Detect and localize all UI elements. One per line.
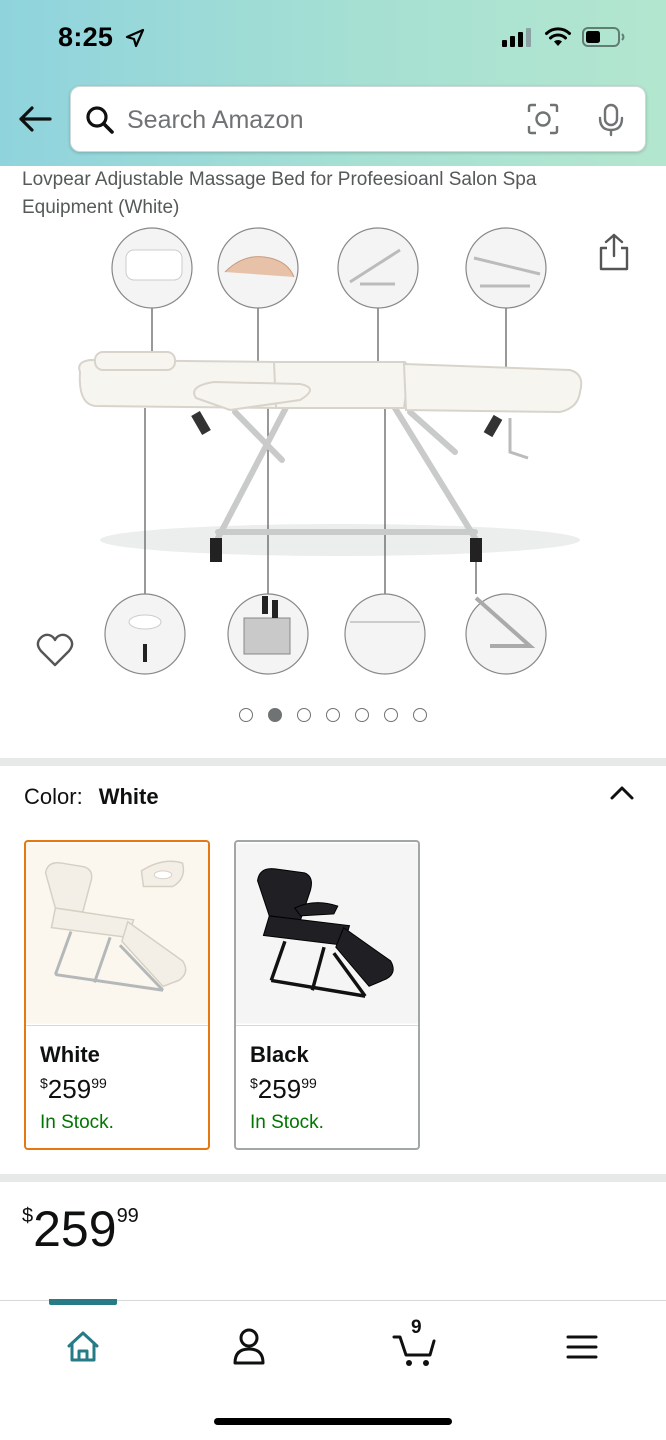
price-whole: 259	[47, 1074, 92, 1104]
image-pager[interactable]	[0, 708, 666, 722]
pager-dot[interactable]	[355, 708, 369, 722]
battery-icon	[582, 27, 625, 47]
active-tab-indicator	[49, 1299, 117, 1305]
color-option-black[interactable]: Black $25999 In Stock.	[234, 840, 420, 1150]
microphone-icon[interactable]	[597, 103, 625, 137]
price-symbol: $	[40, 1075, 48, 1091]
stock-status: In Stock.	[250, 1112, 324, 1133]
wifi-icon	[545, 27, 571, 46]
price-whole: 259	[257, 1074, 302, 1104]
pager-dot[interactable]	[413, 708, 427, 722]
search-input[interactable]	[127, 101, 507, 139]
price-symbol: $	[250, 1075, 258, 1091]
price-whole: 259	[33, 1201, 117, 1257]
menu-icon[interactable]	[557, 1325, 607, 1369]
price-fraction: 99	[301, 1075, 317, 1091]
product-title[interactable]: Lovpear Adjustable Massage Bed for Profe…	[22, 166, 622, 222]
chevron-up-icon[interactable]	[608, 782, 636, 802]
color-option-name: Black	[250, 1042, 309, 1067]
back-arrow-icon[interactable]	[16, 100, 54, 138]
heart-icon[interactable]	[36, 632, 74, 668]
pager-dot[interactable]	[239, 708, 253, 722]
color-option-price: $25999	[250, 1074, 317, 1105]
cellular-signal-icon	[502, 28, 531, 47]
camera-lens-icon[interactable]	[527, 103, 559, 135]
cart-button[interactable]: 9	[390, 1317, 440, 1369]
color-label: Color:	[24, 784, 83, 809]
cart-count-badge: 9	[411, 1317, 422, 1338]
status-time: 8:25	[58, 22, 145, 53]
status-icons	[502, 26, 626, 48]
color-selected-value: White	[98, 784, 159, 809]
color-option-name: White	[40, 1042, 100, 1067]
stock-status: In Stock.	[40, 1112, 114, 1133]
pager-dot[interactable]	[326, 708, 340, 722]
search-bar[interactable]	[70, 86, 646, 152]
price-fraction: 99	[91, 1075, 107, 1091]
black-bed-thumbnail	[236, 843, 418, 1026]
color-selector-header[interactable]: Color: White	[24, 784, 159, 810]
product-image[interactable]	[0, 222, 666, 692]
share-icon[interactable]	[598, 232, 630, 272]
account-icon[interactable]	[224, 1325, 274, 1369]
section-divider	[0, 758, 666, 766]
home-indicator	[214, 1418, 452, 1425]
location-arrow-icon	[125, 28, 145, 48]
product-price: $25999	[22, 1200, 139, 1258]
app-header: 8:25	[0, 0, 666, 166]
color-option-price: $25999	[40, 1074, 107, 1105]
pager-dot[interactable]	[297, 708, 311, 722]
pager-dot[interactable]	[384, 708, 398, 722]
price-symbol: $	[22, 1205, 34, 1227]
search-icon	[86, 106, 114, 134]
section-divider	[0, 1174, 666, 1182]
white-bed-thumbnail	[26, 843, 208, 1026]
home-icon[interactable]	[58, 1325, 108, 1369]
color-option-white[interactable]: White $25999 In Stock.	[24, 840, 210, 1150]
price-fraction: 99	[116, 1205, 139, 1227]
pager-dot-active[interactable]	[268, 708, 282, 722]
status-time-text: 8:25	[58, 22, 114, 52]
